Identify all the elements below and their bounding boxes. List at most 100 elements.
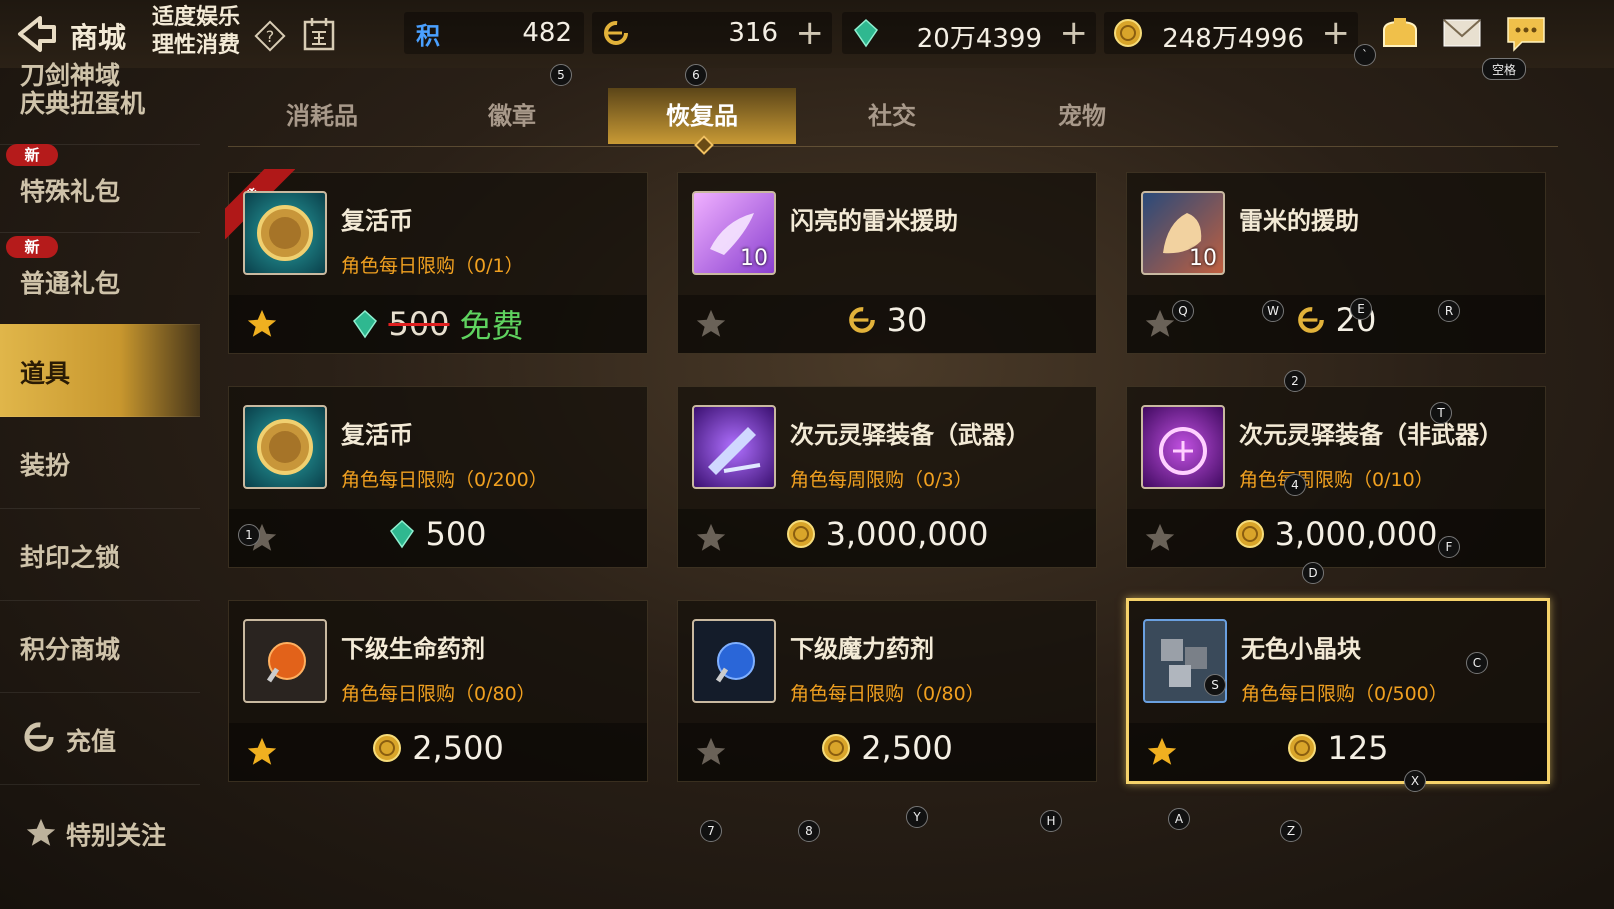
sidebar-item-normal-pack[interactable]: 新 普通礼包	[0, 232, 200, 325]
help-icon[interactable]: ?	[254, 20, 286, 52]
item-name: 下级生命药剂	[341, 635, 485, 663]
tab-pets[interactable]: 宠物	[988, 88, 1176, 144]
hp-potion-icon	[243, 619, 327, 703]
item-name: 无色小晶块	[1241, 635, 1361, 663]
item-name: 雷米的援助	[1239, 207, 1359, 235]
sidebar-item-recharge[interactable]: 充值	[0, 692, 200, 785]
item-name: 次元灵驿装备（武器）	[790, 421, 1030, 449]
dimension-armor-equip-icon	[1141, 405, 1225, 489]
crystal-icon	[389, 519, 415, 549]
item-price: 30	[678, 301, 1096, 339]
key-hint: 7	[700, 820, 722, 842]
gold-balance: 248万4996 +	[1104, 12, 1358, 54]
item-price: 2,500	[229, 729, 647, 767]
back-arrow-icon[interactable]	[12, 12, 58, 56]
key-hint: R	[1438, 300, 1460, 322]
c-coin-icon	[1296, 305, 1326, 335]
key-hint: Y	[906, 806, 928, 828]
key-hint: W	[1262, 300, 1284, 322]
purchase-limit: 角色每日限购（0/500）	[1241, 683, 1448, 705]
item-price: 2,500	[678, 729, 1096, 767]
mail-icon[interactable]	[1440, 12, 1484, 54]
purchase-limit: 角色每周限购（0/3）	[790, 469, 973, 491]
item-price: 3,000,000	[678, 515, 1096, 553]
key-hint: 1	[238, 524, 260, 546]
key-hint: 5	[550, 64, 572, 86]
shop-item-card[interactable]: 下级生命药剂 角色每日限购（0/80） 2,500	[228, 600, 648, 782]
remy-aid-shiny-icon: 10	[692, 191, 776, 275]
sidebar-item-favorites[interactable]: 特别关注	[0, 784, 200, 876]
tab-badges[interactable]: 徽章	[418, 88, 606, 144]
key-hint: X	[1404, 770, 1426, 792]
tab-social[interactable]: 社交	[798, 88, 986, 144]
page-title: 商城	[70, 21, 127, 54]
purchase-limit: 角色每周限购（0/10）	[1239, 469, 1434, 491]
gold-icon	[1112, 18, 1144, 48]
shop-item-card[interactable]: 复活币 角色每日限购（0/200） 500	[228, 386, 648, 568]
sidebar-item-items[interactable]: 道具	[0, 324, 200, 417]
add-gold-button[interactable]: +	[1322, 16, 1351, 50]
gold-icon	[1287, 733, 1317, 763]
shop-item-card[interactable]: 次元灵驿装备（武器） 角色每周限购（0/3） 3,000,000	[677, 386, 1097, 568]
item-name: 次元灵驿装备（非武器）	[1239, 421, 1503, 449]
points-balance: 积 482	[404, 12, 584, 54]
shop-item-card-selected[interactable]: 无色小晶块 角色每日限购（0/500） 125	[1126, 598, 1550, 784]
key-hint: 4	[1284, 474, 1306, 496]
new-badge: 新	[6, 236, 58, 258]
item-name: 复活币	[341, 421, 413, 449]
tab-consumables[interactable]: 消耗品	[228, 88, 416, 144]
key-hint: C	[1466, 652, 1488, 674]
shop-item-card[interactable]: 下级魔力药剂 角色每日限购（0/80） 2,500	[677, 600, 1097, 782]
shop-item-card[interactable]: 推 复活币 角色每日限购（0/1） 500免费	[225, 169, 648, 354]
item-price: 500 免费	[229, 301, 647, 347]
sidebar-item-gacha[interactable]: 刀剑神域 庆典扭蛋机	[0, 52, 200, 145]
c-coin-balance: 316 +	[592, 12, 832, 54]
key-hint: Z	[1280, 820, 1302, 842]
bag-icon[interactable]	[1378, 12, 1422, 54]
chat-icon[interactable]	[1504, 12, 1548, 54]
remy-aid-icon: 10	[1141, 191, 1225, 275]
sidebar: 刀剑神域 庆典扭蛋机 新 特殊礼包 新 普通礼包 道具 装扮 封印之锁 积分商城…	[0, 62, 200, 909]
revive-coin-icon	[243, 405, 327, 489]
category-tabs: 消耗品 徽章 恢复品 社交 宠物	[228, 88, 1558, 147]
sidebar-item-costume[interactable]: 装扮	[0, 416, 200, 509]
item-name: 闪亮的雷米援助	[790, 207, 958, 235]
dimension-weapon-equip-icon	[692, 405, 776, 489]
key-hint: Q	[1172, 300, 1194, 322]
sidebar-item-points-shop[interactable]: 积分商城	[0, 600, 200, 693]
shop-item-card[interactable]: 次元灵驿装备（非武器） 角色每周限购（0/10） 3,000,000	[1126, 386, 1546, 568]
key-hint: A	[1168, 808, 1190, 830]
add-crystal-button[interactable]: +	[1060, 16, 1089, 50]
purchase-limit: 角色每日限购（0/200）	[341, 469, 548, 491]
c-coin-icon	[847, 305, 877, 335]
key-hint: H	[1040, 810, 1062, 832]
new-badge: 新	[6, 144, 58, 166]
sidebar-item-special-pack[interactable]: 新 特殊礼包	[0, 140, 200, 233]
crystal-icon	[850, 18, 882, 48]
item-price: 3,000,000	[1127, 515, 1545, 553]
gold-icon	[1235, 519, 1265, 549]
key-hint: F	[1438, 536, 1460, 558]
c-coin-icon	[600, 18, 632, 48]
key-hint: T	[1430, 402, 1452, 424]
crystal-balance: 20万4399 +	[842, 12, 1096, 54]
shop-item-card[interactable]: 10 雷米的援助 20	[1126, 172, 1546, 354]
key-hint: `	[1354, 44, 1376, 66]
sidebar-item-seal-lock[interactable]: 封印之锁	[0, 508, 200, 601]
purchase-limit: 角色每日限购（0/1）	[341, 255, 524, 277]
item-price: 125	[1129, 729, 1547, 767]
key-hint: E	[1350, 298, 1372, 320]
purchase-limit: 角色每日限购（0/80）	[790, 683, 985, 705]
points-icon: 积	[416, 21, 440, 50]
crystal-icon	[352, 309, 378, 339]
item-price: 500	[229, 515, 647, 553]
calendar-icon[interactable]	[302, 16, 336, 52]
key-hint: S	[1204, 674, 1226, 696]
purchase-limit: 角色每日限购（0/80）	[341, 683, 536, 705]
key-hint: 空格	[1482, 58, 1526, 80]
gold-icon	[372, 733, 402, 763]
shop-item-card[interactable]: 10 闪亮的雷米援助 30	[677, 172, 1097, 354]
add-c-coin-button[interactable]: +	[796, 16, 825, 50]
key-hint: 2	[1284, 370, 1306, 392]
star-icon	[26, 818, 56, 846]
